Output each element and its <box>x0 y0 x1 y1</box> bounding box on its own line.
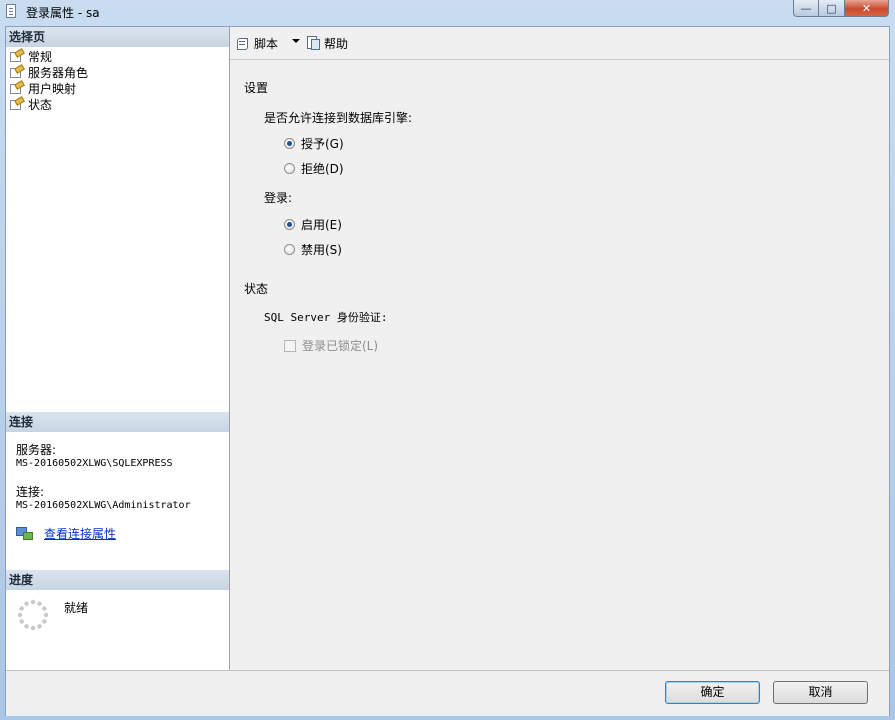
minimize-icon: — <box>800 1 812 15</box>
connection-properties-icon <box>16 526 34 542</box>
page-item-label: 用户映射 <box>28 81 77 96</box>
right-pane: 脚本 帮助 设置 是否允许连接到数据库引擎: 授予(G) 拒绝(D) 登录: 启… <box>230 27 889 670</box>
help-label: 帮助 <box>324 37 349 51</box>
close-button[interactable]: ✕ <box>845 0 889 17</box>
title-bar[interactable]: 登录属性 - sa — □ ✕ <box>0 0 895 24</box>
status-heading: 状态 <box>244 282 269 296</box>
disable-radio-button[interactable] <box>284 244 295 255</box>
disable-label: 禁用(S) <box>301 243 342 257</box>
page-icon <box>10 82 24 95</box>
server-info: 服务器: MS-20160502XLWG\SQLEXPRESS <box>16 441 173 469</box>
login-label: 登录: <box>264 191 293 205</box>
page-item-label: 服务器角色 <box>28 65 89 80</box>
page-item-general[interactable]: 常规 <box>10 48 52 64</box>
toolbar: 脚本 帮助 <box>230 27 889 60</box>
settings-heading: 设置 <box>244 81 269 95</box>
page-icon <box>10 66 24 79</box>
cancel-button[interactable]: 取消 <box>773 681 868 704</box>
script-dropdown-chevron-down-icon[interactable] <box>292 39 300 43</box>
permission-question: 是否允许连接到数据库引擎: <box>264 111 413 125</box>
server-label: 服务器: <box>16 443 57 457</box>
close-icon: ✕ <box>861 1 872 15</box>
server-value: MS-20160502XLWG\SQLEXPRESS <box>16 458 173 469</box>
page-icon <box>10 50 24 63</box>
dialog-client-area: 选择页 常规 服务器角色 用户映射 状态 连接 服务器: MS-20160502… <box>5 26 890 716</box>
page-item-label: 状态 <box>28 97 53 112</box>
login-locked-checkbox <box>284 339 296 352</box>
window-title: 登录属性 - sa <box>26 6 100 20</box>
select-page-header: 选择页 <box>6 27 229 47</box>
enable-label: 启用(E) <box>301 218 342 232</box>
connection-info: 连接: MS-20160502XLWG\Administrator <box>16 483 191 511</box>
deny-radio[interactable]: 拒绝(D) <box>284 160 344 177</box>
maximize-button[interactable]: □ <box>819 0 845 17</box>
grant-label: 授予(G) <box>301 137 344 151</box>
login-properties-window: 登录属性 - sa — □ ✕ 选择页 常规 服务器角色 用户映射 状态 连接 … <box>0 0 895 720</box>
progress-spinner-icon <box>17 599 49 631</box>
deny-radio-button[interactable] <box>284 163 295 174</box>
disable-radio[interactable]: 禁用(S) <box>284 241 342 258</box>
script-button[interactable]: 脚本 <box>236 35 278 52</box>
page-item-user-mapping[interactable]: 用户映射 <box>10 80 76 96</box>
view-connection-properties-link[interactable]: 查看连接属性 <box>44 525 116 542</box>
deny-label: 拒绝(D) <box>301 162 344 176</box>
maximize-icon: □ <box>826 1 837 15</box>
ok-button[interactable]: 确定 <box>665 681 760 704</box>
help-button[interactable]: 帮助 <box>306 35 348 52</box>
script-icon <box>236 37 250 51</box>
enable-radio-button[interactable] <box>284 219 295 230</box>
connection-label: 连接: <box>16 485 45 499</box>
connection-value: MS-20160502XLWG\Administrator <box>16 500 191 511</box>
page-item-label: 常规 <box>28 49 53 64</box>
dialog-footer: 确定 取消 <box>6 670 889 716</box>
sql-auth-label: SQL Server 身份验证: <box>264 311 388 324</box>
login-locked-label: 登录已锁定(L) <box>302 339 379 353</box>
progress-header: 进度 <box>6 570 229 590</box>
page-item-status[interactable]: 状态 <box>10 96 52 112</box>
document-icon <box>6 4 16 18</box>
enable-radio[interactable]: 启用(E) <box>284 216 342 233</box>
window-controls: — □ ✕ <box>793 0 889 17</box>
view-connection-properties: 查看连接属性 <box>16 525 116 542</box>
page-icon <box>10 98 24 111</box>
page-item-server-roles[interactable]: 服务器角色 <box>10 64 88 80</box>
grant-radio-button[interactable] <box>284 138 295 149</box>
grant-radio[interactable]: 授予(G) <box>284 135 344 152</box>
progress-status: 就绪 <box>64 601 89 615</box>
script-label: 脚本 <box>254 37 279 51</box>
left-pane: 选择页 常规 服务器角色 用户映射 状态 连接 服务器: MS-20160502… <box>6 27 230 670</box>
connection-header: 连接 <box>6 412 229 432</box>
minimize-button[interactable]: — <box>793 0 819 17</box>
help-icon <box>306 36 321 51</box>
login-locked-checkbox-row: 登录已锁定(L) <box>284 337 378 354</box>
